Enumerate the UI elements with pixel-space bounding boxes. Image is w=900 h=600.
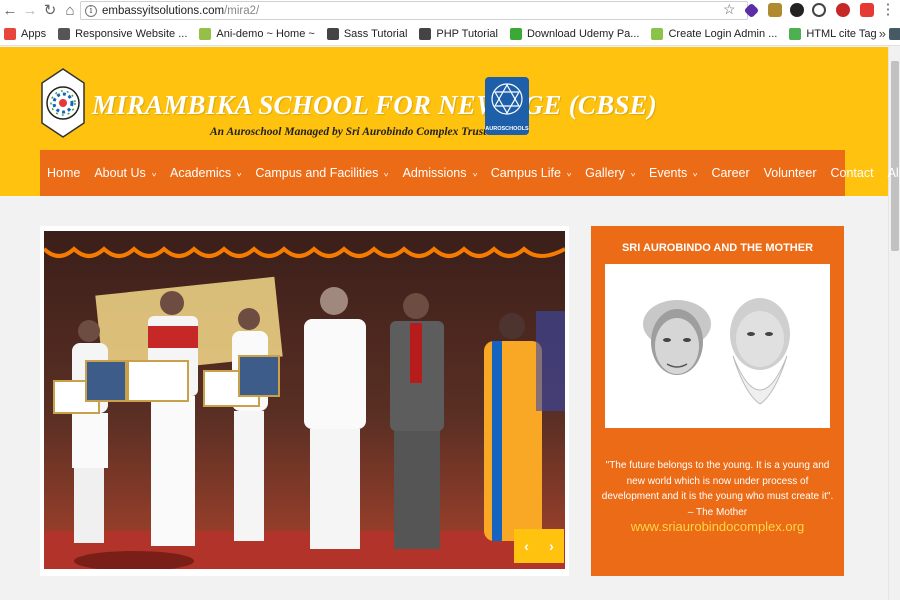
chevron-down-icon: ^: [693, 168, 698, 178]
nav-item[interactable]: Gallery ^: [585, 166, 635, 180]
forward-icon[interactable]: →: [20, 1, 40, 21]
nav-item-label: Admissions: [402, 166, 467, 180]
bookmark-favicon-icon: [419, 27, 432, 40]
bookmark-label: Sass Tutorial: [343, 27, 408, 40]
bookmark-favicon-icon: [199, 27, 212, 40]
bookmark-star-icon[interactable]: ☆: [723, 1, 736, 18]
auroschools-label: AUROSCHOOLS: [485, 126, 529, 132]
bookmark-item[interactable]: Download Udemy Pa...: [509, 27, 640, 40]
sriaurobindo-link[interactable]: www.sriaurobindocomplex.org: [591, 519, 844, 534]
extension-icon-3[interactable]: [790, 3, 804, 17]
bookmark-label: PHP Tutorial: [436, 27, 498, 40]
more-bookmarks-button[interactable]: »: [879, 26, 886, 41]
chevron-down-icon: ^: [151, 168, 156, 178]
nav-item[interactable]: Academics ^: [170, 166, 241, 180]
auroschools-emblem-icon: [491, 83, 523, 115]
slider-photo: [44, 231, 565, 569]
nav-item[interactable]: Events ^: [649, 166, 697, 180]
bookmark-favicon-icon: [789, 27, 802, 40]
school-name: MIRAMBIKA SCHOOL FOR NEW AGE (CBSE): [92, 90, 657, 120]
bookmark-label: Ani-demo ~ Home ~: [216, 27, 315, 40]
bookmark-item[interactable]: Responsive Website ...: [58, 27, 188, 40]
bookmark-item[interactable]: Sass Tutorial: [326, 27, 408, 40]
extension-icon-4[interactable]: [812, 3, 826, 17]
nav-item-label: Gallery: [585, 166, 625, 180]
url-host: embassyitsolutions.com: [102, 4, 225, 17]
bookmark-item[interactable]: HTML cite Tag: [789, 27, 877, 40]
slider-next-button[interactable]: ›: [539, 529, 564, 563]
back-icon[interactable]: ←: [0, 1, 20, 21]
nav-item[interactable]: About Us ^: [94, 166, 156, 180]
nav-item[interactable]: Home: [47, 166, 80, 180]
chevron-down-icon: ^: [472, 168, 477, 178]
nav-item-label: Alumni: [887, 166, 900, 180]
school-logo[interactable]: [40, 67, 86, 139]
sidebar-title: SRI AUROBINDO AND THE MOTHER: [621, 242, 814, 254]
nav-item[interactable]: Admissions ^: [403, 166, 477, 180]
nav-item-label: About Us: [94, 166, 146, 180]
bookmark-favicon-icon: [509, 27, 522, 40]
nav-item-label: Volunteer: [763, 166, 817, 180]
scrollbar-thumb[interactable]: [891, 61, 899, 251]
tagline: An Auroschool Managed by Sri Aurobindo C…: [210, 126, 487, 138]
url-path: /mira2/: [224, 4, 260, 17]
menu-icon[interactable]: ⋮: [878, 0, 898, 20]
apps-grid-icon: [4, 27, 16, 40]
main-nav: Home About Us ^ Academics ^ Campus and Facili…: [40, 150, 900, 196]
chevron-down-icon: ^: [630, 168, 635, 178]
nav-item-label: Home: [47, 166, 81, 180]
slider-prev-button[interactable]: ‹: [514, 529, 539, 563]
sidebar-panel: SRI AUROBINDO AND THE MOTHER "The future…: [591, 226, 844, 576]
url-bar[interactable]: i embassyitsolutions.com/mira2/: [80, 1, 748, 20]
bookmark-label: Create Login Admin ...: [668, 27, 778, 40]
image-slider: [40, 226, 569, 576]
bookmark-item[interactable]: Apps: [4, 27, 47, 40]
nav-item-label: Campus and Facilities: [255, 166, 379, 180]
nav-item-label: Events: [648, 166, 688, 180]
page-scrollbar[interactable]: [888, 47, 900, 600]
home-icon[interactable]: ⌂: [60, 1, 80, 21]
bookmark-label: Apps: [21, 27, 47, 40]
bookmarks-bar: Apps Responsive Website ... Ani-demo ~ Hom…: [0, 22, 900, 46]
extension-icon-6[interactable]: [860, 3, 874, 17]
slider-controls: ‹ ›: [514, 529, 564, 563]
info-icon[interactable]: i: [85, 4, 97, 17]
bookmark-item[interactable]: Responsinator: [888, 27, 900, 40]
bookmark-favicon-icon: [651, 27, 664, 40]
nav-item[interactable]: Career: [711, 166, 749, 180]
nav-item-label: Academics: [170, 166, 232, 180]
mother-quote: "The future belongs to the young. It is …: [601, 460, 834, 518]
extension-icon-2[interactable]: [768, 3, 782, 17]
nav-item[interactable]: Campus Life ^: [491, 166, 571, 180]
bookmark-item[interactable]: Create Login Admin ...: [651, 27, 778, 40]
chevron-down-icon: ^: [566, 168, 572, 178]
extension-icon-5[interactable]: [836, 3, 850, 17]
nav-item[interactable]: Contact: [830, 166, 873, 180]
nav-item[interactable]: Campus and Facilities ^: [255, 166, 388, 180]
bookmark-item[interactable]: PHP Tutorial: [419, 27, 498, 40]
bookmark-label: Responsive Website ...: [75, 27, 188, 40]
chevron-down-icon: ^: [237, 168, 242, 178]
nav-item-label: Contact: [830, 166, 874, 180]
bookmark-favicon-icon: [326, 27, 339, 40]
nav-item-label: Career: [711, 166, 750, 180]
bookmark-item[interactable]: Ani-demo ~ Home ~: [199, 27, 315, 40]
auroschools-logo[interactable]: AUROSCHOOLS: [485, 77, 529, 135]
bookmark-favicon-icon: [58, 27, 71, 40]
nav-item-label: Campus Life: [490, 166, 561, 180]
chevron-down-icon: ^: [384, 168, 389, 178]
reload-icon[interactable]: ↻: [40, 1, 60, 21]
nav-item[interactable]: Alumni^: [888, 166, 900, 180]
bookmark-label: HTML cite Tag: [806, 27, 877, 40]
bookmark-favicon-icon: [888, 27, 900, 40]
bookmark-label: Download Udemy Pa...: [526, 27, 640, 40]
nav-item[interactable]: Volunteer: [764, 166, 817, 180]
sri-aurobindo-mother-photo: [605, 264, 830, 428]
